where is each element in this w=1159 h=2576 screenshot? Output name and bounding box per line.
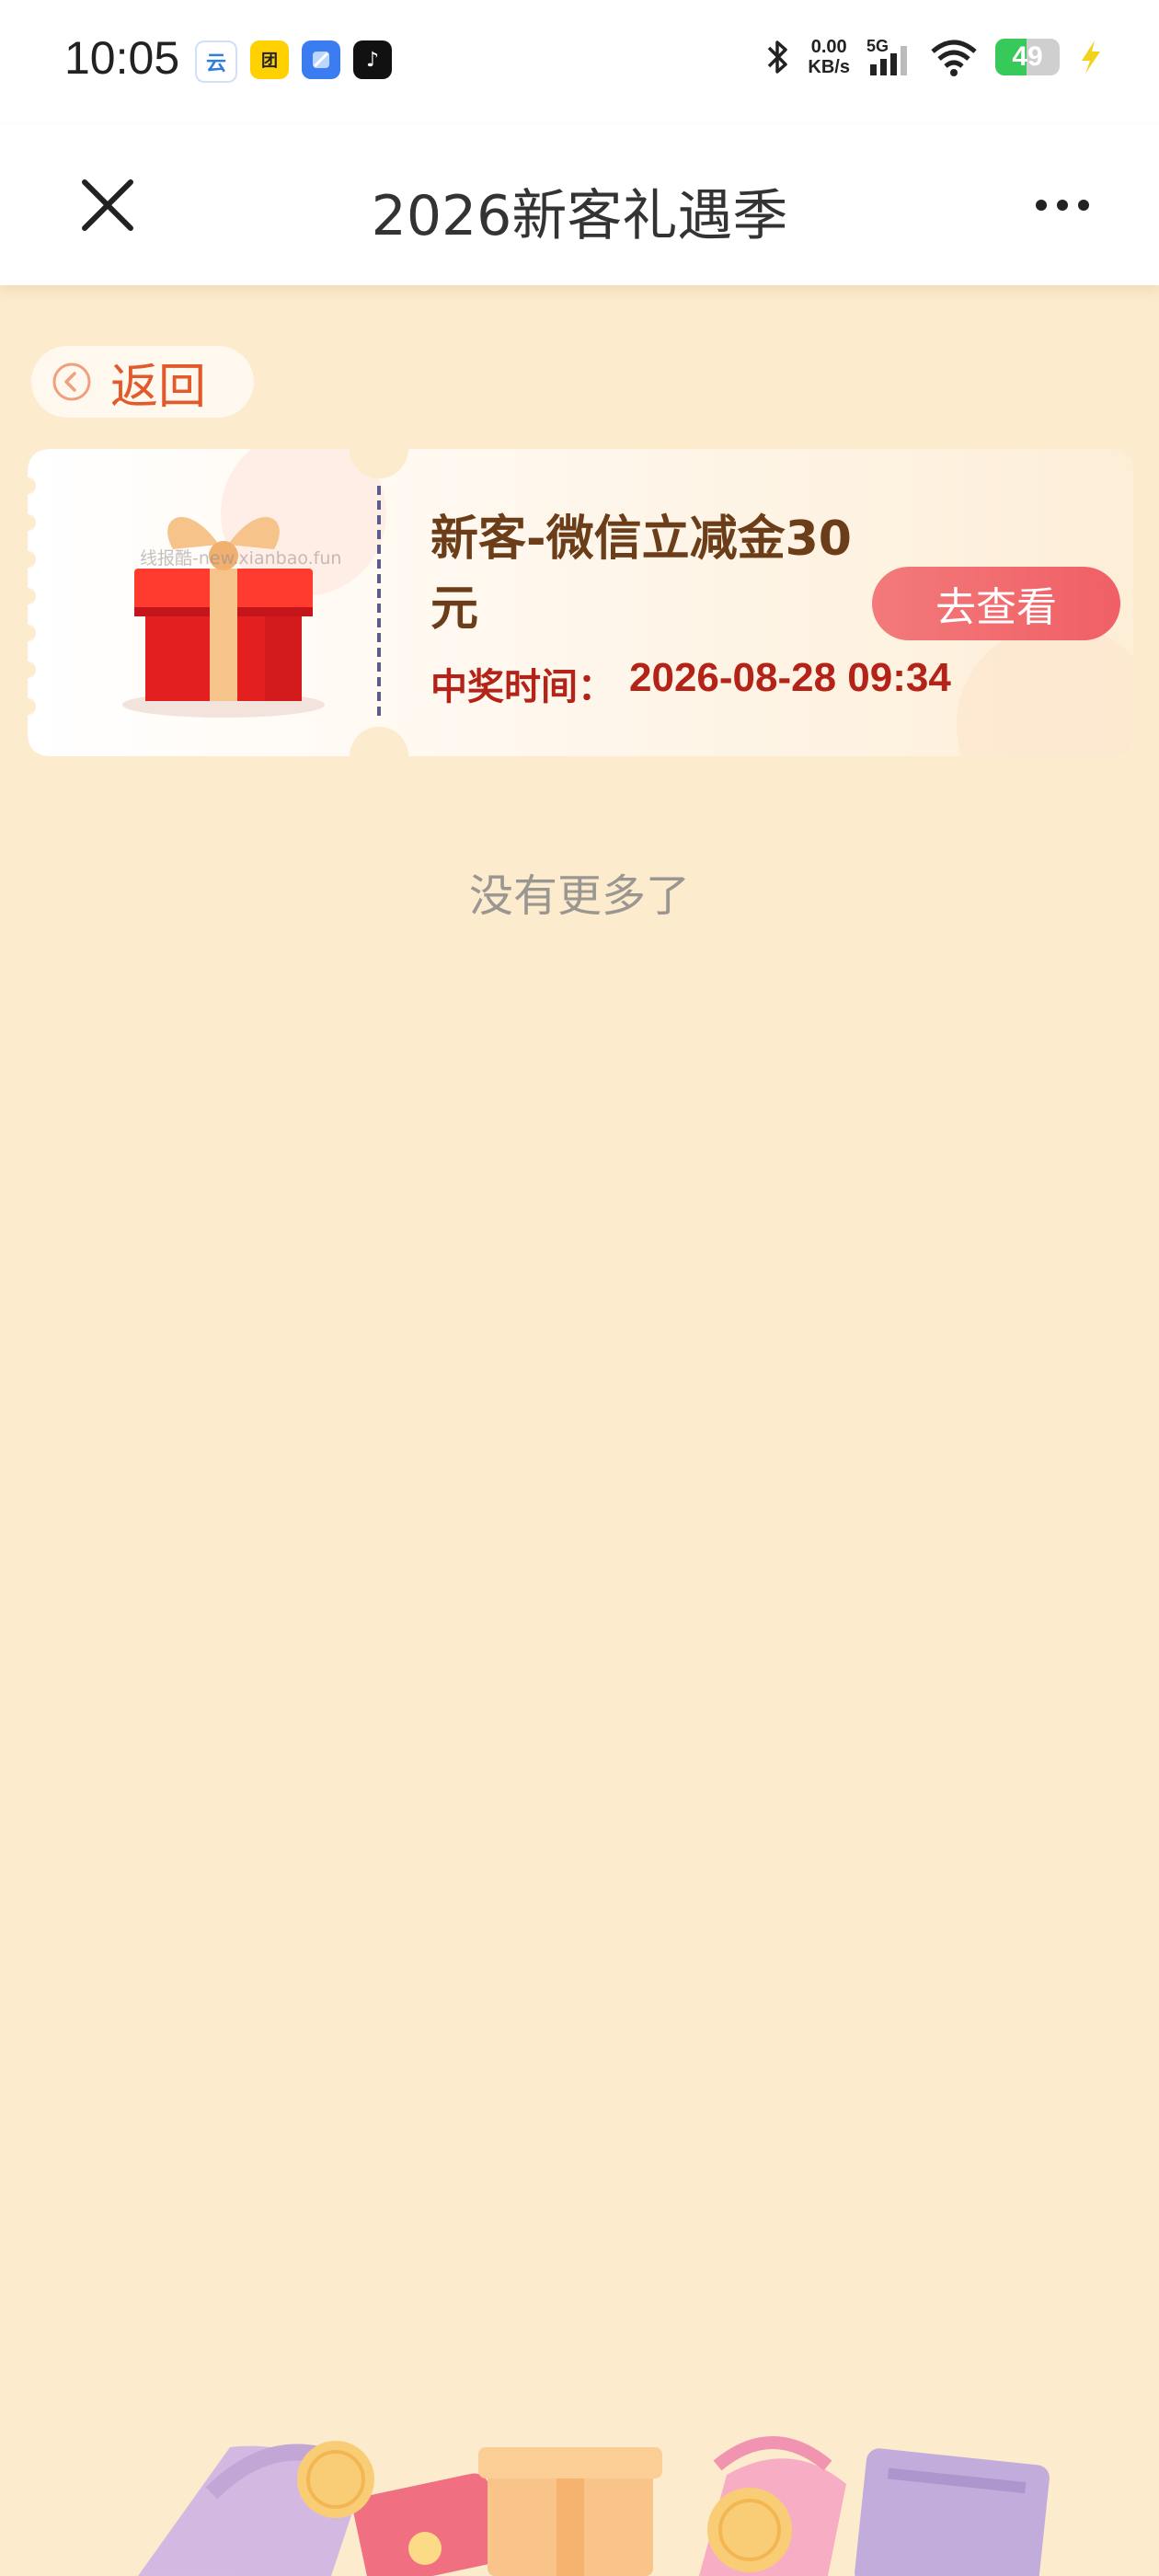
list-end-text: 没有更多了: [468, 870, 690, 922]
status-time: 10:05: [64, 32, 180, 84]
signal-icon: [870, 46, 907, 75]
view-prize-button[interactable]: 去查看: [872, 567, 1120, 640]
prize-time-value: 2026-08-28 09:34: [629, 655, 951, 700]
charging-icon: [1082, 40, 1100, 74]
bluetooth-icon: [768, 40, 788, 74]
status-app-icons: 云 团 ♪: [195, 40, 392, 83]
prize-title: 新客-微信立减金30元: [430, 512, 852, 637]
gift-box-icon: [122, 516, 325, 718]
footer-decoration: [138, 2436, 1050, 2576]
status-bar: 10:05 云 团 ♪ 0.00 KB/s 5G 49: [0, 0, 1159, 125]
cellular-signal: 5G: [866, 37, 912, 77]
watermark-text: 线报酷-new.xianbao.fun: [140, 548, 342, 569]
network-speed: 0.00 KB/s: [808, 37, 850, 77]
battery-indicator: 49: [995, 39, 1060, 75]
page-title: 2026新客礼遇季: [371, 184, 788, 248]
battery-level-text: 49: [1012, 41, 1043, 72]
wifi-icon: [931, 40, 977, 76]
meituan-app-icon: 团: [250, 40, 289, 79]
network-speed-value: 0.00: [810, 37, 847, 57]
douyin-app-icon: ♪: [353, 40, 392, 79]
system-icons: 0.00 KB/s 5G 49: [763, 37, 1104, 77]
back-button-label: 返回: [110, 359, 207, 415]
prize-card: 线报酷-new.xianbao.fun 新客-微信立减金30元 中奖时间： 20…: [28, 449, 1133, 756]
notes-app-icon: [302, 40, 340, 79]
nav-bar: 2026新客礼遇季: [0, 125, 1159, 285]
more-options-icon[interactable]: [1030, 191, 1095, 219]
prize-time-label: 中奖时间：: [430, 666, 614, 708]
chevron-left-circle-icon: [52, 362, 91, 401]
weather-app-icon: 云: [195, 40, 237, 83]
network-speed-unit: KB/s: [808, 57, 850, 77]
back-button[interactable]: 返回: [31, 346, 254, 418]
